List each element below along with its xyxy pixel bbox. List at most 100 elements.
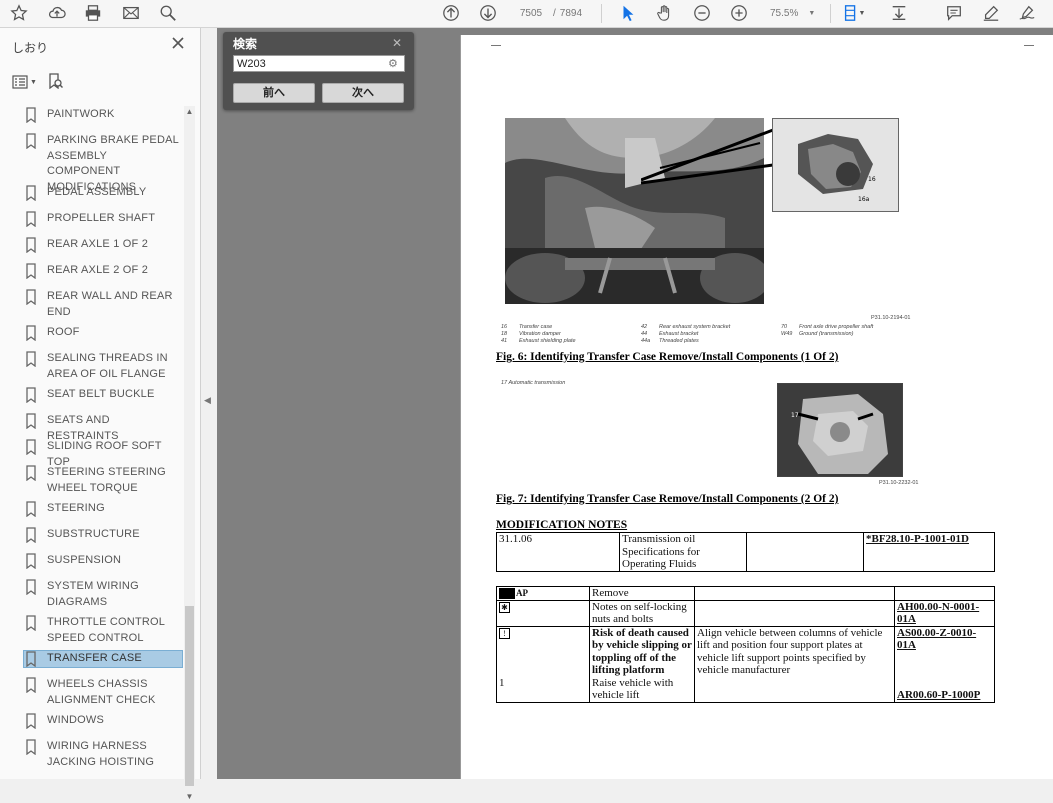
hand-tool-icon[interactable] — [654, 3, 676, 23]
legend-entry: 44 Exhaust bracket — [641, 331, 698, 337]
cloud-upload-icon[interactable] — [46, 3, 68, 23]
bookmark-icon — [24, 501, 38, 518]
row-action-text: Raise vehicle with vehicle lift — [592, 676, 674, 702]
fig7-caption: Fig. 7: Identifying Transfer Case Remove… — [496, 493, 839, 505]
page-number-box[interactable]: 7505 / 7894 — [513, 5, 582, 21]
bookmark-label: SUSPENSION — [47, 554, 122, 566]
notes-ref-link[interactable]: *BF28.10-P-1001-01D — [863, 532, 995, 572]
notes-text: Transmission oil Specifications for Oper… — [619, 532, 747, 572]
bookmark-icon — [24, 465, 38, 482]
page-current[interactable]: 7505 — [513, 8, 549, 19]
row-ref-link[interactable]: AS00.00-Z-0010-01A — [897, 627, 976, 652]
bookmark-item[interactable]: WINDOWS — [24, 713, 182, 730]
crop-mark — [1024, 35, 1034, 46]
toolbar-divider — [830, 4, 831, 23]
scroll-mode-icon[interactable] — [888, 3, 910, 23]
bookmark-item[interactable]: PAINTWORK — [24, 107, 182, 124]
find-next-button[interactable]: 次へ — [322, 83, 404, 103]
scroll-thumb[interactable] — [185, 606, 194, 786]
legend-key: 41 — [501, 338, 508, 344]
select-pointer-icon[interactable] — [617, 3, 639, 23]
bookmark-icon — [24, 439, 38, 456]
bookmark-icon — [24, 133, 38, 150]
bookmark-icon — [24, 739, 38, 756]
warning-icon-cell: ! 1 — [496, 625, 590, 703]
bookmark-item[interactable]: SUBSTRUCTURE — [24, 527, 182, 544]
bookmark-item[interactable]: REAR AXLE 2 OF 2 — [24, 263, 182, 280]
bookmark-item[interactable]: SYSTEM WIRING DIAGRAMS — [24, 579, 182, 610]
zoom-dropdown[interactable]: 75.5% ▼ — [770, 5, 815, 21]
row-ref-link[interactable]: AR00.60-P-1000P — [897, 689, 980, 701]
bookmark-item[interactable]: SEALING THREADS IN AREA OF OIL FLANGE — [24, 351, 182, 382]
notes-date: 31.1.06 — [496, 532, 620, 572]
bookmark-item[interactable]: TRANSFER CASE — [23, 650, 183, 668]
legend-key: W49 — [781, 331, 793, 337]
scroll-down-arrow-icon[interactable]: ▼ — [184, 791, 195, 803]
bookmark-icon — [24, 677, 38, 694]
bookmark-label: REAR WALL AND REAR END — [47, 290, 173, 318]
legend-entry: 42 Rear exhaust system bracket — [641, 324, 730, 330]
zoom-in-icon[interactable] — [728, 3, 750, 23]
bookmark-label: SYSTEM WIRING DIAGRAMS — [47, 580, 139, 608]
row-ref-link[interactable]: AH00.00-N-0001-01A — [894, 599, 995, 627]
highlight-pen-icon[interactable] — [980, 3, 1002, 23]
legend-entry: 18 Vibration damper — [501, 331, 561, 337]
bookmark-item[interactable]: REAR WALL AND REAR END — [24, 289, 182, 320]
legend-key: 70 — [781, 324, 788, 330]
bookmark-icon — [24, 579, 38, 596]
callout-lines — [641, 128, 774, 185]
legend-entry: 70 Front axle drive propeller shaft — [781, 324, 873, 330]
page-separator: / — [553, 7, 556, 19]
svg-text:16: 16 — [868, 176, 876, 183]
header-blank — [694, 586, 895, 601]
bookmark-item[interactable]: STEERING — [24, 501, 182, 518]
close-icon[interactable]: ✕ — [392, 36, 402, 50]
bookmark-icon — [24, 527, 38, 544]
bookmark-item[interactable]: REAR AXLE 1 OF 2 — [24, 237, 182, 254]
bookmark-label: REAR AXLE 2 OF 2 — [47, 264, 149, 276]
bookmark-item[interactable]: ROOF — [24, 325, 182, 342]
next-page-icon[interactable] — [477, 3, 499, 23]
find-input[interactable]: W203 — [233, 55, 405, 72]
collapse-panel-arrow-icon[interactable]: ◀ — [204, 395, 211, 406]
star-icon[interactable] — [8, 3, 30, 23]
svg-text:17: 17 — [791, 412, 799, 419]
search-icon[interactable] — [157, 3, 179, 23]
bookmark-item[interactable]: PROPELLER SHAFT — [24, 211, 182, 228]
mail-icon[interactable] — [120, 3, 142, 23]
page-total: 7894 — [559, 7, 583, 19]
comment-icon[interactable] — [943, 3, 965, 23]
legend-entry: 41 Exhaust shielding plate — [501, 338, 576, 344]
legend-text: Exhaust shielding plate — [519, 338, 576, 344]
bookmark-item[interactable]: STEERING STEERING WHEEL TORQUE — [24, 465, 182, 496]
bookmark-label: PEDAL ASSEMBLY — [47, 186, 147, 198]
legend-key: 16 — [501, 324, 508, 330]
previous-page-icon[interactable] — [440, 3, 462, 23]
zoom-out-icon[interactable] — [691, 3, 713, 23]
gear-icon[interactable]: ⚙ — [388, 57, 398, 70]
bookmark-item[interactable]: SEAT BELT BUCKLE — [24, 387, 182, 404]
bookmark-label: PROPELLER SHAFT — [47, 212, 156, 224]
bookmark-item[interactable]: THROTTLE CONTROL SPEED CONTROL — [24, 615, 182, 646]
bookmark-item[interactable]: WIRING HARNESS JACKING HOISTING — [24, 739, 182, 770]
caret-down-icon[interactable]: ▼ — [808, 10, 815, 17]
sign-icon[interactable] — [1016, 3, 1038, 23]
bookmark-icon — [24, 237, 38, 254]
bookmarks-scrollbar[interactable]: ▲ ▼ — [184, 106, 195, 803]
bookmark-item[interactable]: PEDAL ASSEMBLY — [24, 185, 182, 202]
find-dialog: 検索 ✕ W203 ⚙ 前へ 次へ — [223, 32, 414, 110]
bookmark-search-icon[interactable] — [47, 72, 63, 92]
print-icon[interactable] — [82, 3, 104, 23]
zoom-value[interactable]: 75.5% — [770, 8, 798, 19]
bookmark-label: THROTTLE CONTROL SPEED CONTROL — [47, 616, 165, 644]
legend-entry: 44a Threaded plates — [641, 338, 699, 344]
legend-text: Front axle drive propeller shaft — [799, 324, 874, 330]
close-icon[interactable] — [171, 36, 185, 50]
options-menu-icon[interactable]: ▼ — [12, 75, 37, 89]
bookmark-item[interactable]: WHEELS CHASSIS ALIGNMENT CHECK — [24, 677, 182, 708]
find-previous-button[interactable]: 前へ — [233, 83, 315, 103]
caret-down-icon[interactable]: ▼ — [858, 3, 866, 23]
fig7-legend: 17 Automatic transmission — [501, 380, 566, 386]
scroll-up-arrow-icon[interactable]: ▲ — [184, 106, 195, 118]
bookmark-item[interactable]: SUSPENSION — [24, 553, 182, 570]
